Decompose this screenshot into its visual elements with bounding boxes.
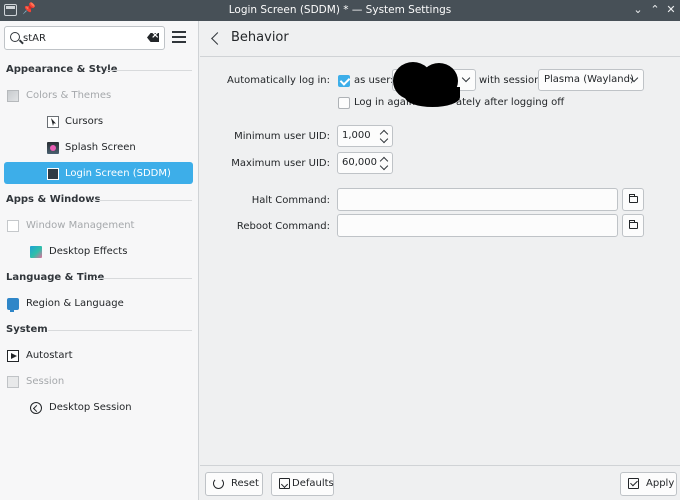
reset-button[interactable]: Reset <box>205 472 263 496</box>
close-button[interactable]: ✕ <box>664 3 678 16</box>
folder-icon <box>629 194 638 203</box>
max-uid-spinbox[interactable]: 60,000 <box>337 152 393 174</box>
max-uid-value: 60,000 <box>342 157 377 168</box>
halt-command-label: Halt Command: <box>251 195 330 206</box>
session-combobox[interactable]: Plasma (Wayland) <box>538 69 644 91</box>
relogin-label-tail: ately after logging off <box>456 97 565 108</box>
autologin-label: Automatically log in: <box>227 75 330 86</box>
apply-icon <box>628 478 639 489</box>
max-uid-label: Maximum user UID: <box>231 158 330 169</box>
reboot-command-field[interactable] <box>337 214 618 237</box>
defaults-icon <box>279 478 290 489</box>
sidebar-item-login-screen[interactable]: Login Screen (SDDM) <box>0 161 198 187</box>
sidebar-item-label: Session <box>26 376 65 387</box>
sidebar-item-desktop-session[interactable]: Desktop Session <box>0 395 198 421</box>
sidebar-item-label: Autostart <box>26 350 73 361</box>
sidebar-item-label: Login Screen (SDDM) <box>65 168 171 179</box>
search-field[interactable] <box>4 26 165 50</box>
autostart-icon <box>7 350 19 362</box>
minimize-button[interactable]: ⌄ <box>631 3 645 16</box>
window-management-icon <box>7 220 19 232</box>
sidebar: Appearance & Style Colors & Themes Curso… <box>0 21 199 500</box>
sidebar-item-window-management[interactable]: Window Management <box>0 213 198 239</box>
desktop-session-icon <box>30 402 42 414</box>
colors-themes-icon <box>7 90 19 102</box>
relogin-checkbox[interactable] <box>338 97 350 109</box>
cursor-icon <box>47 116 59 128</box>
reboot-command-label: Reboot Command: <box>236 221 330 232</box>
hamburger-menu-icon[interactable] <box>172 31 186 43</box>
sidebar-item-region-language[interactable]: Region & Language <box>0 291 198 317</box>
min-uid-label: Minimum user UID: <box>234 131 330 142</box>
sidebar-item-colors-themes[interactable]: Colors & Themes <box>0 83 198 109</box>
splash-screen-icon <box>47 142 59 154</box>
sidebar-item-label: Desktop Effects <box>49 246 128 257</box>
chevron-down-icon <box>461 73 471 83</box>
category-apps-windows: Apps & Windows <box>0 187 198 213</box>
sidebar-item-label: Region & Language <box>26 298 124 309</box>
apply-button[interactable]: Apply <box>620 472 677 496</box>
session-icon <box>7 376 19 388</box>
region-language-icon <box>7 298 19 312</box>
back-button[interactable] <box>208 31 222 47</box>
maximize-button[interactable]: ⌃ <box>648 3 662 16</box>
sidebar-item-desktop-effects[interactable]: Desktop Effects <box>0 239 198 265</box>
desktop-effects-icon <box>30 246 42 258</box>
search-input[interactable] <box>23 30 143 46</box>
decrement-icon[interactable] <box>379 161 389 171</box>
sidebar-item-label: Splash Screen <box>65 142 136 153</box>
session-value: Plasma (Wayland) <box>544 74 634 85</box>
sidebar-item-label: Colors & Themes <box>26 90 112 101</box>
window-title: Login Screen (SDDM) * — System Settings <box>228 4 452 16</box>
folder-icon <box>629 220 638 229</box>
category-language-time: Language & Time <box>0 265 198 291</box>
page-title: Behavior <box>231 30 289 45</box>
footer-bar: Reset Defaults Apply <box>200 465 680 500</box>
category-appearance-style: Appearance & Style <box>0 57 198 83</box>
clear-search-icon[interactable] <box>147 33 159 42</box>
search-icon <box>10 32 20 42</box>
defaults-button[interactable]: Defaults <box>271 472 334 496</box>
redaction-blob <box>405 87 460 107</box>
defaults-label: Defaults <box>292 478 334 489</box>
category-system: System <box>0 317 198 343</box>
sidebar-nav: Appearance & Style Colors & Themes Curso… <box>0 57 198 421</box>
with-session-label: with session <box>479 75 541 86</box>
sidebar-item-cursors[interactable]: Cursors <box>0 109 198 135</box>
behavior-form: Automatically log in: as user: with sess… <box>200 57 680 465</box>
min-uid-value: 1,000 <box>342 130 371 141</box>
sidebar-item-label: Cursors <box>65 116 104 127</box>
min-uid-spinbox[interactable]: 1,000 <box>337 125 393 147</box>
as-user-label: as user: <box>354 75 394 86</box>
title-bar: 📌 Login Screen (SDDM) * — System Setting… <box>0 0 680 21</box>
reset-label: Reset <box>231 478 259 489</box>
sidebar-item-label: Window Management <box>26 220 135 231</box>
sidebar-item-label: Desktop Session <box>49 402 132 413</box>
login-screen-icon <box>47 168 59 180</box>
halt-browse-button[interactable] <box>622 188 644 211</box>
reboot-browse-button[interactable] <box>622 214 644 237</box>
page-header: Behavior <box>200 21 680 57</box>
sidebar-item-session[interactable]: Session <box>0 369 198 395</box>
sidebar-item-splash-screen[interactable]: Splash Screen <box>0 135 198 161</box>
halt-command-field[interactable] <box>337 188 618 211</box>
apply-label: Apply <box>646 478 675 489</box>
autologin-checkbox[interactable] <box>338 75 350 87</box>
reset-icon <box>213 478 224 489</box>
sidebar-item-autostart[interactable]: Autostart <box>0 343 198 369</box>
decrement-icon[interactable] <box>379 134 389 144</box>
